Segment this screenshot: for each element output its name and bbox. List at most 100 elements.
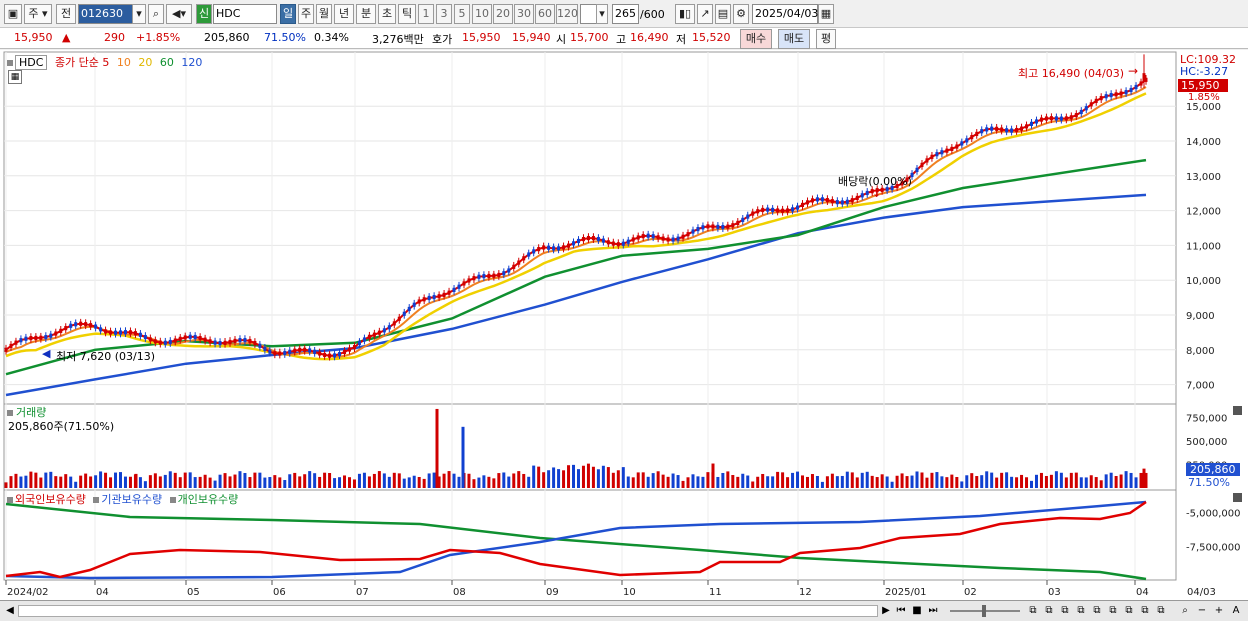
x-tick-07: 07 bbox=[356, 587, 369, 598]
candle-body bbox=[611, 241, 615, 246]
zoom-search-icon[interactable]: ⌕ bbox=[1178, 604, 1192, 618]
grid-icon[interactable]: ⧉ bbox=[1154, 604, 1168, 618]
eval-button[interactable]: 평 bbox=[816, 29, 836, 49]
copy-icon[interactable]: ⧉ bbox=[1058, 604, 1072, 618]
search-icon[interactable]: ⌕ bbox=[148, 4, 164, 24]
volume-bar bbox=[1114, 475, 1118, 488]
volume-bar bbox=[1049, 474, 1053, 488]
interval-20[interactable]: 20 bbox=[493, 4, 513, 24]
stock-code-input[interactable]: 012630 bbox=[78, 4, 136, 24]
chart-area[interactable]: 15,000 14,000 13,000 12,000 11,000 10,000 9,00… bbox=[0, 50, 1248, 601]
scroll-left-icon[interactable]: ◀ bbox=[4, 604, 16, 618]
holding-panel-close-icon[interactable] bbox=[1233, 493, 1242, 502]
scroll-right-icon[interactable]: ▶ bbox=[880, 604, 892, 618]
ma-legend-20[interactable]: 20 bbox=[138, 56, 152, 69]
legend-foreign[interactable]: 외국인보유수량 bbox=[15, 493, 86, 506]
indicator-table-icon[interactable]: ▦ bbox=[8, 70, 22, 84]
scroll-track[interactable] bbox=[18, 605, 878, 617]
save-icon[interactable]: ▤ bbox=[715, 4, 731, 24]
legend-individual[interactable]: 개인보유수량 bbox=[178, 493, 239, 506]
volume-bar bbox=[930, 472, 934, 488]
zoom-out-button[interactable]: − bbox=[1196, 604, 1208, 618]
stop-icon[interactable]: ■ bbox=[910, 604, 924, 618]
candle-body bbox=[950, 146, 954, 151]
interval-10[interactable]: 10 bbox=[472, 4, 492, 24]
candle-style-icon[interactable]: ▮▯ bbox=[675, 4, 695, 24]
code-dropdown-icon[interactable]: ▾ bbox=[132, 4, 146, 24]
volume-panel-close-icon[interactable] bbox=[1233, 406, 1242, 415]
split-icon[interactable]: ⧉ bbox=[1042, 604, 1056, 618]
volume-bar bbox=[49, 471, 53, 488]
ma-legend-120[interactable]: 120 bbox=[181, 56, 202, 69]
candle-body bbox=[537, 247, 541, 252]
interval-120[interactable]: 120 bbox=[556, 4, 578, 24]
candle-body bbox=[681, 234, 685, 239]
period-second[interactable]: 초 bbox=[378, 4, 396, 24]
mode-select[interactable]: 주 ▾ bbox=[24, 4, 52, 24]
custom-interval-dropdown-icon[interactable]: ▾ bbox=[596, 4, 608, 24]
chart-layout-icon[interactable]: ▣ bbox=[4, 4, 22, 24]
candle-body bbox=[606, 240, 610, 245]
settings-gear-icon[interactable]: ⚙ bbox=[733, 4, 749, 24]
volume-bar bbox=[118, 472, 122, 488]
ma-legend-10[interactable]: 10 bbox=[117, 56, 131, 69]
period-minute[interactable]: 분 bbox=[356, 4, 376, 24]
candle-body bbox=[840, 200, 844, 205]
export-icon[interactable]: ⧉ bbox=[1122, 604, 1136, 618]
volume-bar bbox=[756, 476, 760, 488]
print-icon[interactable]: ⧉ bbox=[1138, 604, 1152, 618]
period-week[interactable]: 주 bbox=[298, 4, 314, 24]
calendar-icon[interactable]: ▦ bbox=[818, 4, 834, 24]
interval-60[interactable]: 60 bbox=[535, 4, 555, 24]
period-day[interactable]: 일 bbox=[280, 4, 296, 24]
toolbar: ▣ 주 ▾ 전 012630 ▾ ⌕ ◀▾ 신 HDC 일 주 월 년 분 초 … bbox=[0, 0, 1248, 28]
volume-bar bbox=[646, 476, 650, 488]
ma-legend-60[interactable]: 60 bbox=[160, 56, 174, 69]
date-input[interactable]: 2025/04/03 bbox=[752, 4, 818, 24]
volume-bar bbox=[4, 482, 8, 488]
tile-icon[interactable]: ⧉ bbox=[1074, 604, 1088, 618]
chart-canvas[interactable]: 15,000 14,000 13,000 12,000 11,000 10,000 9,00… bbox=[0, 50, 1248, 601]
x-tick-03: 03 bbox=[1048, 587, 1061, 598]
volume-bar bbox=[203, 474, 207, 488]
volume-bar bbox=[572, 464, 576, 488]
volume-spike-bar bbox=[1142, 468, 1146, 488]
draw-tool-icon[interactable]: ↗ bbox=[697, 4, 713, 24]
legend-institution[interactable]: 기관보유수량 bbox=[101, 493, 162, 506]
price-name-tag[interactable]: HDC bbox=[15, 55, 48, 70]
first-page-icon[interactable]: ⏮ bbox=[894, 604, 908, 618]
period-month[interactable]: 월 bbox=[316, 4, 332, 24]
compare-icon[interactable]: ⧉ bbox=[1106, 604, 1120, 618]
volume-bar bbox=[1044, 475, 1048, 488]
interval-3[interactable]: 3 bbox=[436, 4, 452, 24]
zoom-slider-handle[interactable] bbox=[982, 605, 986, 617]
interval-1[interactable]: 1 bbox=[418, 4, 434, 24]
ma-legend-5[interactable]: 5 bbox=[102, 56, 109, 69]
auto-scale-button[interactable]: A bbox=[1230, 604, 1242, 618]
buy-button[interactable]: 매수 bbox=[740, 29, 772, 49]
candle-body bbox=[1084, 106, 1088, 111]
sound-icon[interactable]: ◀▾ bbox=[166, 4, 192, 24]
interval-30[interactable]: 30 bbox=[514, 4, 534, 24]
candle-body bbox=[382, 328, 386, 333]
count-input[interactable]: 265 bbox=[612, 4, 639, 24]
volume-bar bbox=[1109, 472, 1113, 488]
volume-bar bbox=[412, 475, 416, 488]
zoom-in-button[interactable]: + bbox=[1213, 604, 1225, 618]
volume-bar bbox=[198, 476, 202, 488]
period-year[interactable]: 년 bbox=[334, 4, 354, 24]
interval-5[interactable]: 5 bbox=[454, 4, 470, 24]
candle-body bbox=[656, 235, 660, 240]
period-tick[interactable]: 틱 bbox=[398, 4, 416, 24]
volume-bar bbox=[1069, 472, 1073, 488]
layout-icon[interactable]: ⧉ bbox=[1026, 604, 1040, 618]
volume-bar bbox=[338, 477, 342, 488]
last-page-icon[interactable]: ⏭ bbox=[926, 604, 940, 618]
volume-bar bbox=[731, 475, 735, 488]
sell-button[interactable]: 매도 bbox=[778, 29, 810, 49]
x-tick-2025-01: 2025/01 bbox=[885, 587, 927, 598]
prev-button[interactable]: 전 bbox=[56, 4, 76, 24]
stock-name-field[interactable]: HDC bbox=[213, 4, 277, 24]
window-icon[interactable]: ⧉ bbox=[1090, 604, 1104, 618]
candle-body bbox=[631, 237, 635, 242]
